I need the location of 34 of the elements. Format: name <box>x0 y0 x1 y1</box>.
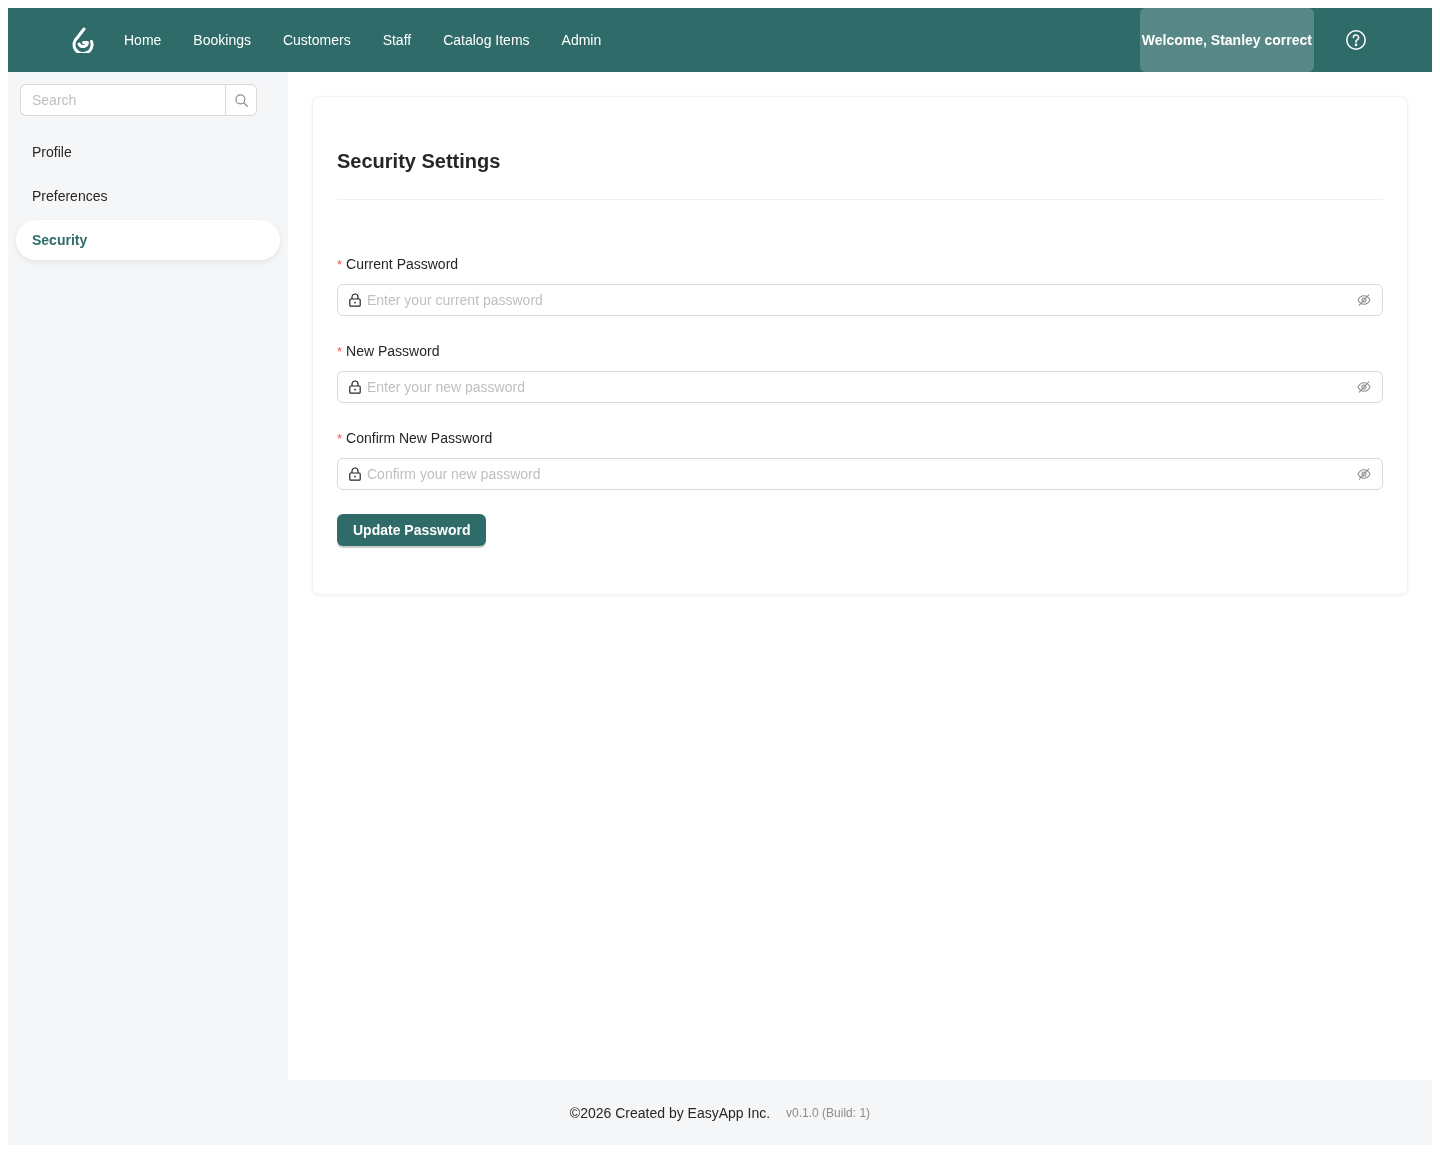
nav-link[interactable]: Customers <box>266 8 367 72</box>
required-mark: * <box>337 343 343 361</box>
eye-slash-icon[interactable] <box>1357 381 1371 393</box>
sidebar-menu-item[interactable]: Preferences <box>16 176 280 216</box>
required-mark: * <box>337 430 343 448</box>
logo-icon[interactable] <box>71 27 95 53</box>
help-icon[interactable] <box>1346 30 1366 50</box>
field-label: Current Password <box>346 255 459 274</box>
password-field[interactable]: Enter your current password <box>337 284 1383 316</box>
nav-link[interactable]: Catalog Items <box>427 8 546 72</box>
sidebar-menu-item[interactable]: Security <box>16 220 280 260</box>
nav-link[interactable]: Bookings <box>177 8 267 72</box>
field-label: New Password <box>346 342 440 361</box>
lock-icon <box>349 293 361 307</box>
lock-icon <box>349 380 361 394</box>
nav-link[interactable]: Staff <box>366 8 428 72</box>
nav-link[interactable]: Home <box>108 8 178 72</box>
password-field[interactable]: Enter your new password <box>337 371 1383 403</box>
search-button[interactable] <box>225 84 257 116</box>
user-menu-button[interactable]: Welcome, Stanley correct <box>1139 8 1314 72</box>
nav-link[interactable]: Admin <box>545 8 618 72</box>
version-text: v0.1.0 (Build: 1) <box>786 1105 871 1120</box>
search-field[interactable]: Search <box>20 84 225 116</box>
eye-slash-icon[interactable] <box>1357 294 1371 306</box>
required-mark: * <box>337 256 343 274</box>
eye-slash-icon[interactable] <box>1357 468 1371 480</box>
copyright-text: ©2026 Created by EasyApp Inc. <box>569 1104 771 1121</box>
password-field[interactable]: Confirm your new password <box>337 458 1383 490</box>
sidebar-menu-item[interactable]: Profile <box>16 132 280 172</box>
lock-icon <box>349 467 361 481</box>
update-password-button[interactable]: Update Password <box>337 514 487 546</box>
field-label: Confirm New Password <box>346 429 493 448</box>
search-icon <box>234 93 248 107</box>
card-title: Security Settings <box>337 147 1383 200</box>
